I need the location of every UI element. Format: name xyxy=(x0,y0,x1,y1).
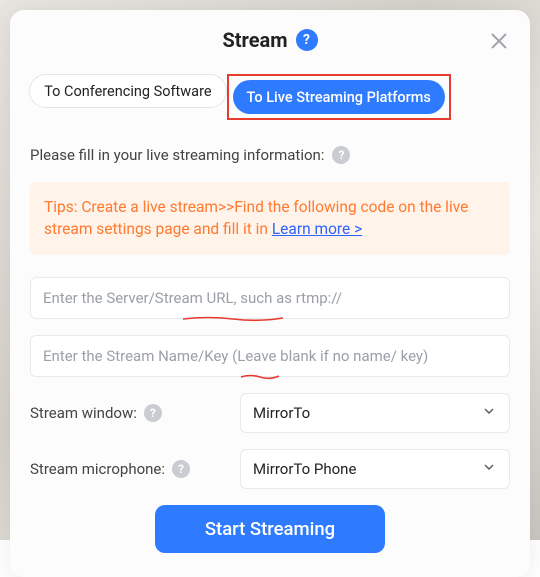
instruction-text: Please fill in your live streaming infor… xyxy=(30,146,324,164)
annotation-underline xyxy=(183,310,283,315)
stream-key-input[interactable] xyxy=(43,347,497,365)
stream-key-field[interactable] xyxy=(30,335,510,377)
chevron-down-icon xyxy=(481,459,497,479)
instruction-row: Please fill in your live streaming infor… xyxy=(30,146,510,164)
help-icon[interactable]: ? xyxy=(172,460,190,478)
tab-live-platforms[interactable]: To Live Streaming Platforms xyxy=(233,80,445,114)
stream-mic-value: MirrorTo Phone xyxy=(253,460,356,478)
server-url-input[interactable] xyxy=(43,289,497,307)
tips-banner: Tips: Create a live stream>>Find the fol… xyxy=(30,182,510,255)
stream-window-select[interactable]: MirrorTo xyxy=(240,393,510,433)
annotation-underline xyxy=(241,368,279,373)
tips-text: Tips: Create a live stream>>Find the fol… xyxy=(44,198,468,238)
modal-title: Stream xyxy=(222,28,287,52)
stream-window-label: Stream window: xyxy=(30,404,137,422)
stream-window-value: MirrorTo xyxy=(253,404,310,422)
tab-conferencing[interactable]: To Conferencing Software xyxy=(29,74,226,108)
stream-mic-label: Stream microphone: xyxy=(30,460,165,478)
server-url-field[interactable] xyxy=(30,277,510,319)
help-icon[interactable]: ? xyxy=(332,146,350,164)
backdrop: Stream ? To Conferencing Software To Liv… xyxy=(0,0,540,540)
help-icon[interactable]: ? xyxy=(144,404,162,422)
stream-modal: Stream ? To Conferencing Software To Liv… xyxy=(10,10,530,577)
chevron-down-icon xyxy=(481,403,497,423)
close-button[interactable] xyxy=(488,30,510,56)
stream-mic-row: Stream microphone: ? MirrorTo Phone xyxy=(30,449,510,489)
stream-mic-select[interactable]: MirrorTo Phone xyxy=(240,449,510,489)
learn-more-link[interactable]: Learn more > xyxy=(272,220,362,238)
highlight-box: To Live Streaming Platforms xyxy=(227,74,451,120)
help-icon[interactable]: ? xyxy=(296,29,318,51)
stream-window-row: Stream window: ? MirrorTo xyxy=(30,393,510,433)
tab-group: To Conferencing Software To Live Streami… xyxy=(30,74,510,120)
start-streaming-button[interactable]: Start Streaming xyxy=(155,505,385,553)
modal-header: Stream ? xyxy=(30,28,510,52)
close-icon xyxy=(488,30,510,52)
